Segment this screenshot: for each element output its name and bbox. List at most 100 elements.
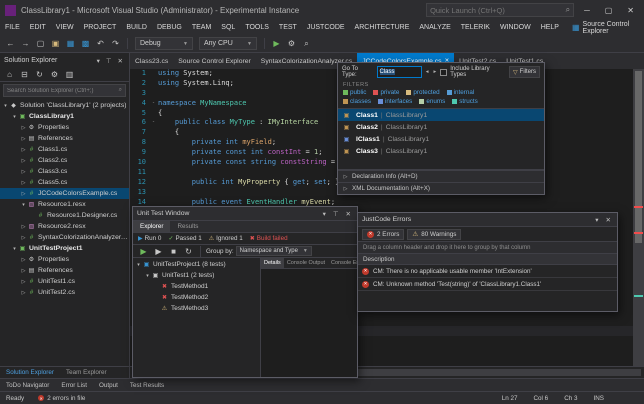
test-tree-item[interactable]: ▾▣UnitTestProject1 (8 tests) bbox=[133, 259, 260, 270]
expander-icon[interactable]: ▾ bbox=[11, 114, 18, 120]
sidebar-tab-solution-explorer[interactable]: Solution Explorer bbox=[0, 367, 60, 378]
panel-tab-todo-navigator[interactable]: ToDo Navigator bbox=[0, 379, 55, 391]
window-position-icon[interactable]: ▾ bbox=[321, 210, 328, 218]
find-icon[interactable]: ⌕ bbox=[300, 39, 313, 49]
new-file-icon[interactable]: ▢ bbox=[34, 39, 47, 48]
stop-icon[interactable]: ■ bbox=[167, 247, 180, 256]
sync-icon[interactable]: ↻ bbox=[33, 70, 46, 79]
filter-protected[interactable]: protected bbox=[406, 89, 439, 96]
filter-structs[interactable]: structs bbox=[452, 98, 478, 105]
fold-marker[interactable]: - bbox=[149, 118, 158, 128]
errors-toggle-button[interactable]: ✕ 2 Errors bbox=[362, 229, 404, 240]
solution-tree-item[interactable]: ▾▧Resource1.resx bbox=[0, 199, 129, 210]
expander-icon[interactable]: ▷ bbox=[20, 191, 27, 197]
menu-item-build[interactable]: BUILD bbox=[121, 20, 152, 35]
expander-icon[interactable]: ▷ bbox=[20, 224, 27, 230]
detail-tab-console-output[interactable]: Console Output bbox=[284, 258, 328, 268]
file-errors-status[interactable]: ✕ 2 errors in file bbox=[38, 395, 85, 402]
filters-button[interactable]: ▽ Filters bbox=[509, 66, 540, 78]
error-row[interactable]: ✕CM: There is no applicable usable membe… bbox=[358, 265, 617, 278]
filter-internal[interactable]: internal bbox=[447, 89, 475, 96]
solution-tree-item[interactable]: ▷▧Resource2.resx bbox=[0, 221, 129, 232]
quick-launch[interactable]: ⌕ bbox=[426, 3, 574, 17]
include-library-types-checkbox[interactable] bbox=[440, 69, 447, 76]
start-debug-icon[interactable]: ▶ bbox=[270, 39, 283, 49]
window-position-icon[interactable]: ▾ bbox=[95, 57, 102, 65]
expander-icon[interactable]: ▷ bbox=[20, 136, 27, 142]
panel-tab-error-list[interactable]: Error List bbox=[55, 379, 93, 391]
menu-item-telerik[interactable]: TELERIK bbox=[456, 20, 495, 35]
run-icon[interactable]: ▶ bbox=[152, 247, 165, 256]
goto-result-item[interactable]: ▣Class3|ClassLibrary1 bbox=[338, 145, 544, 157]
solution-tree-item[interactable]: ▷⚙Properties bbox=[0, 254, 129, 265]
solution-tree-item[interactable]: #Resource1.Designer.cs bbox=[0, 210, 129, 221]
tab-results[interactable]: Results bbox=[170, 221, 205, 232]
menu-item-project[interactable]: PROJECT bbox=[79, 20, 122, 35]
vertical-scrollbar[interactable] bbox=[633, 69, 644, 366]
menu-item-architecture[interactable]: ARCHITECTURE bbox=[350, 20, 415, 35]
expander-icon[interactable]: ▷ bbox=[20, 279, 27, 285]
solution-tree-item[interactable]: ▷#UnitTest2.cs bbox=[0, 287, 129, 298]
goto-result-item[interactable]: ▣IClass1|ClassLibrary1 bbox=[338, 133, 544, 145]
debug-target-dropdown[interactable]: Debug ▼ bbox=[135, 37, 193, 50]
error-row[interactable]: ✕CM: Unknown method 'Test(string)' of 'C… bbox=[358, 278, 617, 291]
properties-icon[interactable]: ⚙ bbox=[48, 70, 61, 79]
expander-icon[interactable]: ▷ bbox=[20, 268, 27, 274]
collapse-all-icon[interactable]: ⊟ bbox=[18, 70, 31, 79]
solution-tree-item[interactable]: ▷#Class2.cs bbox=[0, 155, 129, 166]
solution-tree-item[interactable]: ▷#Class5.cs bbox=[0, 177, 129, 188]
menu-item-tools[interactable]: TOOLS bbox=[240, 20, 274, 35]
pin-icon[interactable]: ⊤ bbox=[104, 57, 114, 65]
group-drop-zone[interactable]: Drag a column header and drop it here to… bbox=[358, 242, 617, 254]
expander-icon[interactable]: ▷ bbox=[20, 147, 27, 153]
filter-private[interactable]: private bbox=[373, 89, 399, 96]
solution-tree-item[interactable]: ▷#Class1.cs bbox=[0, 144, 129, 155]
solution-tree-item[interactable]: ▷⚙Properties bbox=[0, 122, 129, 133]
back-icon[interactable]: ← bbox=[4, 39, 17, 48]
expander-icon[interactable]: ▾ bbox=[20, 202, 27, 208]
forward-icon[interactable]: → bbox=[19, 39, 32, 48]
menu-item-window[interactable]: WINDOW bbox=[495, 20, 536, 35]
solution-tree-item[interactable]: ▷#SyntaxColorizationAnalyzer.cs bbox=[0, 232, 129, 243]
menu-item-team[interactable]: TEAM bbox=[187, 20, 216, 35]
detail-tab-console-errors[interactable]: Console Errors bbox=[328, 258, 357, 268]
solution-tree-item[interactable]: ▷▤References bbox=[0, 265, 129, 276]
redo-icon[interactable]: ↷ bbox=[109, 39, 122, 48]
menu-item-analyze[interactable]: ANALYZE bbox=[414, 20, 455, 35]
home-icon[interactable]: ⌂ bbox=[3, 70, 16, 79]
sidebar-tab-team-explorer[interactable]: Team Explorer bbox=[60, 367, 113, 378]
solution-tree-item[interactable]: ▷#UnitTest1.cs bbox=[0, 276, 129, 287]
expander-icon[interactable]: ▾ bbox=[144, 273, 151, 279]
expander-icon[interactable]: ▾ bbox=[2, 103, 9, 109]
expander-icon[interactable]: ▷ bbox=[20, 169, 27, 175]
close-button[interactable]: ✕ bbox=[622, 6, 639, 15]
editor-tab[interactable]: Class23.cs bbox=[130, 53, 173, 69]
goto-result-item[interactable]: ▣Class2|ClassLibrary1 bbox=[338, 121, 544, 133]
goto-result-item[interactable]: ▣Class1|ClassLibrary1 bbox=[338, 109, 544, 121]
panel-tab-test-results[interactable]: Test Results bbox=[124, 379, 170, 391]
expander-icon[interactable]: ▷ bbox=[20, 125, 27, 131]
solution-tree-item[interactable]: ▷#Class3.cs bbox=[0, 166, 129, 177]
expander-icon[interactable]: ▷ bbox=[20, 257, 27, 263]
menu-item-file[interactable]: FILE bbox=[0, 20, 25, 35]
maximize-button[interactable]: ▢ bbox=[600, 6, 618, 15]
menu-item-help[interactable]: HELP bbox=[536, 20, 564, 35]
test-tree-item[interactable]: ⚠TestMethod3 bbox=[133, 303, 260, 314]
minimize-button[interactable]: ─ bbox=[579, 6, 595, 15]
description-column-header[interactable]: Description bbox=[358, 254, 617, 265]
tab-explorer[interactable]: Explorer bbox=[133, 221, 170, 232]
pin-icon[interactable]: ⊤ bbox=[331, 210, 341, 218]
save-icon[interactable]: ▦ bbox=[64, 39, 77, 48]
menu-item-debug[interactable]: DEBUG bbox=[152, 20, 187, 35]
filter-public[interactable]: public bbox=[343, 89, 366, 96]
open-file-icon[interactable]: ▣ bbox=[49, 39, 62, 48]
platform-dropdown[interactable]: Any CPU ▼ bbox=[199, 37, 257, 50]
close-icon[interactable]: ✕ bbox=[116, 57, 125, 65]
editor-tab[interactable]: Source Control Explorer bbox=[173, 53, 256, 69]
solution-search-input[interactable]: Search Solution Explorer (Ctrl+;) ⌕ bbox=[3, 84, 126, 97]
menu-item-view[interactable]: VIEW bbox=[51, 20, 79, 35]
next-result-icon[interactable]: ▸ bbox=[432, 69, 437, 75]
warnings-toggle-button[interactable]: ⚠ 80 Warnings bbox=[407, 229, 461, 240]
expander-icon[interactable]: ▾ bbox=[11, 246, 18, 252]
collapsed-section[interactable]: ▷XML Documentation (Alt+X) bbox=[338, 182, 544, 194]
